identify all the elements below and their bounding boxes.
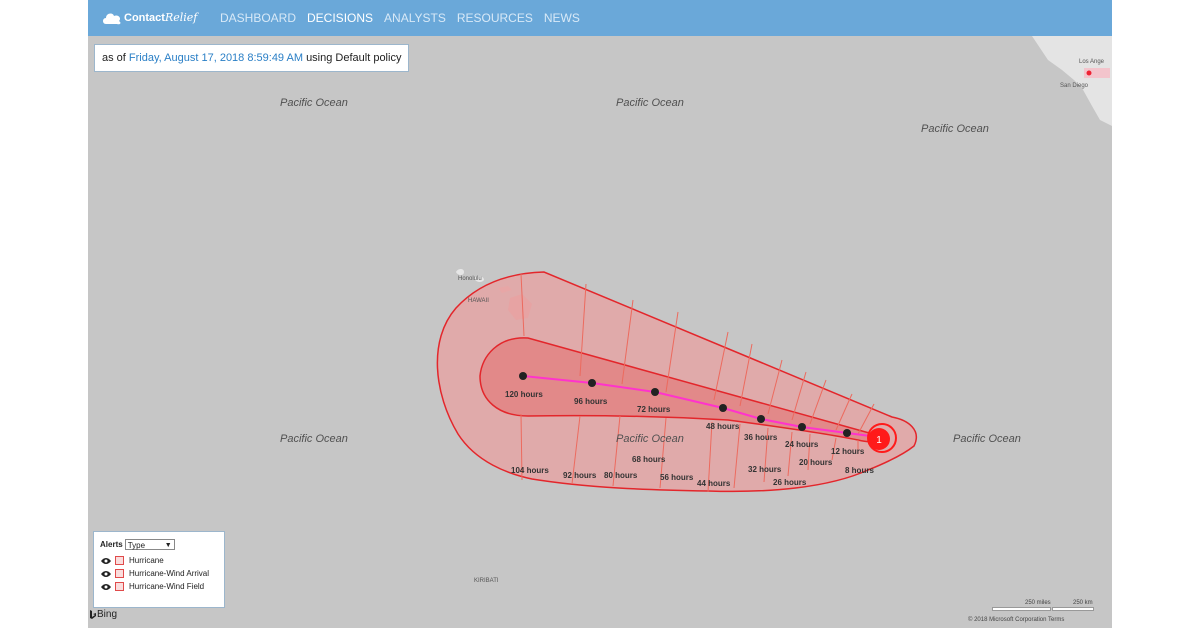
nav-resources[interactable]: RESOURCES <box>457 11 533 25</box>
alerts-legend: Alerts Type ▼ Hurricane Hurricane-Wind A… <box>93 531 225 608</box>
wind-arrival-swatch <box>115 569 124 578</box>
bing-logo[interactable]: Bing <box>89 609 117 620</box>
legend-item-wind-arrival[interactable]: Hurricane-Wind Arrival <box>101 569 209 578</box>
as-of-datetime-link[interactable]: Friday, August 17, 2018 8:59:49 AM <box>129 52 303 64</box>
forecast-hour-label: 72 hours <box>637 405 671 414</box>
forecast-hour-label: 24 hours <box>785 440 819 449</box>
bing-label: Bing <box>97 609 118 620</box>
legend-item-label: Hurricane <box>129 556 164 565</box>
legend-item-label: Hurricane-Wind Arrival <box>129 569 210 578</box>
arrival-hour-label: 104 hours <box>511 466 549 475</box>
terms-link[interactable]: Terms <box>1048 617 1064 623</box>
as-of-suffix: using Default policy <box>306 52 402 64</box>
legend-item-label: Hurricane-Wind Field <box>129 582 205 591</box>
ocean-label: Pacific Ocean <box>953 433 1021 445</box>
arrival-hour-label: 80 hours <box>604 471 638 480</box>
forecast-hour-label: 12 hours <box>831 447 865 456</box>
storm-label: 1 <box>876 435 882 446</box>
ocean-label: Pacific Ocean <box>921 123 989 135</box>
copyright-text: © 2018 Microsoft Corporation <box>968 617 1047 623</box>
eye-icon[interactable] <box>101 570 111 578</box>
hurricane-swatch <box>115 556 124 565</box>
main-nav: DASHBOARD DECISIONS ANALYSTS RESOURCES N… <box>220 11 591 25</box>
forecast-hour-label: 120 hours <box>505 390 543 399</box>
place-honolulu: Honolulu <box>458 276 482 282</box>
contact-relief-logo[interactable]: ContactRelief <box>102 8 202 30</box>
bing-icon <box>90 609 96 619</box>
nav-decisions[interactable]: DECISIONS <box>307 11 373 25</box>
legend-select-value: Type <box>127 541 146 550</box>
legend-item-hurricane[interactable]: Hurricane <box>101 556 164 565</box>
map-copyright: © 2018 Microsoft Corporation Terms <box>968 617 1064 623</box>
legend-header: Alerts Type ▼ <box>100 539 175 550</box>
nav-news[interactable]: NEWS <box>544 11 580 25</box>
ocean-label: Pacific Ocean <box>616 97 684 109</box>
as-of-prefix: as of <box>102 52 126 64</box>
wind-field-swatch <box>115 582 124 591</box>
ocean-label: Pacific Ocean <box>616 433 684 445</box>
nav-dashboard[interactable]: DASHBOARD <box>220 11 296 25</box>
forecast-hour-label: 96 hours <box>574 397 608 406</box>
arrival-hour-label: 68 hours <box>632 455 666 464</box>
scale-km-label: 250 km <box>1073 600 1093 606</box>
scale-miles-label: 250 miles <box>1025 600 1051 606</box>
nav-analysts[interactable]: ANALYSTS <box>384 11 446 25</box>
arrival-hour-label: 8 hours <box>845 466 874 475</box>
place-hawaii: HAWAII <box>468 298 489 304</box>
legend-type-select[interactable]: Type ▼ <box>124 539 175 550</box>
app-window: ContactRelief DASHBOARD DECISIONS ANALYS… <box>88 0 1112 628</box>
as-of-banner: as of Friday, August 17, 2018 8:59:49 AM… <box>94 44 410 72</box>
arrival-hour-label: 20 hours <box>799 458 833 467</box>
arrival-hour-label: 44 hours <box>697 479 731 488</box>
cloud-logo-icon <box>103 13 121 25</box>
scale-bar-miles <box>992 607 1051 611</box>
arrival-hour-label: 32 hours <box>748 465 782 474</box>
ocean-label: Pacific Ocean <box>280 97 348 109</box>
island-kauai <box>456 269 464 275</box>
place-kiribati: KIRIBATI <box>474 578 499 584</box>
ocean-label: Pacific Ocean <box>280 433 348 445</box>
logo-text: ContactRelief <box>124 11 198 24</box>
eye-icon[interactable] <box>101 557 111 565</box>
california-coast-land <box>1032 36 1112 126</box>
legend-title: Alerts <box>100 540 123 549</box>
scale-bar-km <box>1052 607 1094 611</box>
forecast-hour-label: 36 hours <box>744 433 778 442</box>
place-san-diego: San Diego <box>1060 83 1089 89</box>
arrival-hour-label: 26 hours <box>773 478 807 487</box>
arrival-hour-label: 92 hours <box>563 471 597 480</box>
chevron-down-icon: ▼ <box>164 542 172 549</box>
map-canvas[interactable]: 1 Pacific Ocean Pacific Ocean Pacific Oc… <box>88 36 1112 628</box>
top-navbar: ContactRelief DASHBOARD DECISIONS ANALYS… <box>88 0 1112 36</box>
place-los-angeles: Los Ange <box>1079 59 1105 65</box>
eye-icon[interactable] <box>101 583 111 591</box>
forecast-hour-label: 48 hours <box>706 422 740 431</box>
arrival-hour-label: 56 hours <box>660 473 694 482</box>
legend-item-wind-field[interactable]: Hurricane-Wind Field <box>101 582 204 591</box>
los-angeles-marker <box>1086 70 1092 76</box>
